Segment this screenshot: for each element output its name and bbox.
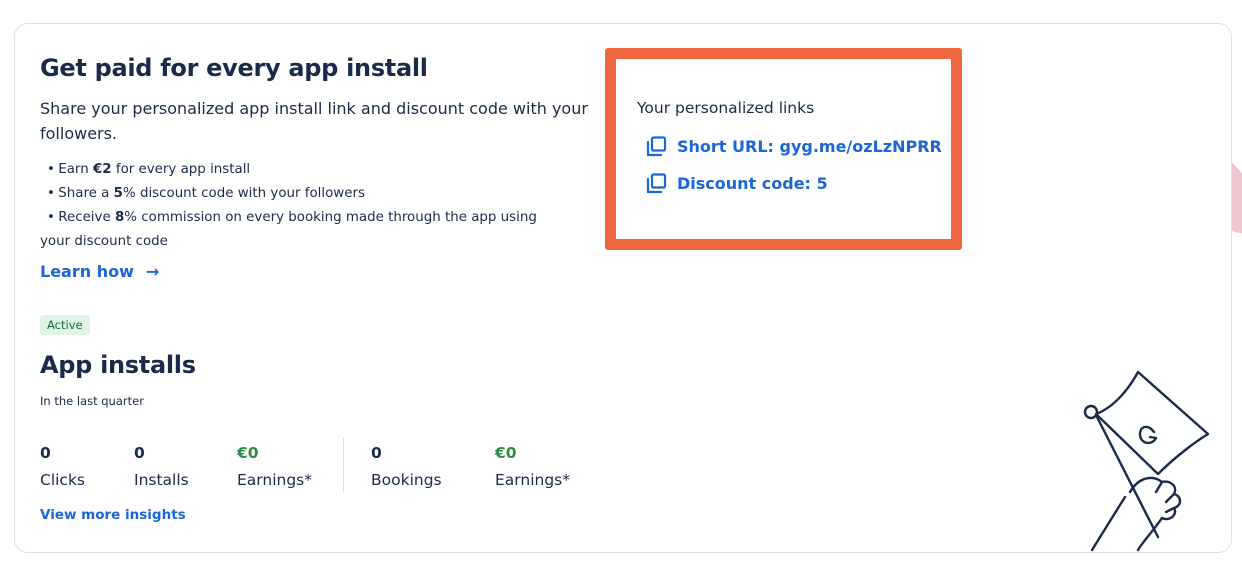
copy-icon <box>646 136 667 157</box>
metric-value: €0 <box>237 444 259 462</box>
metric-label: Clicks <box>40 471 86 489</box>
metric-value: €0 <box>495 444 517 462</box>
metric-label: Earnings* <box>495 471 571 489</box>
installs-title: App installs <box>40 351 196 379</box>
benefit-item: • Share a 5% discount code with your fol… <box>47 186 365 201</box>
metric-value: 0 <box>134 444 145 462</box>
flag-illustration-icon <box>1083 370 1210 552</box>
metric-value: 0 <box>371 444 382 462</box>
metric-value: 0 <box>40 444 51 462</box>
promo-title: Get paid for every app install <box>40 54 428 82</box>
metric-installs: 0 Installs <box>134 443 189 490</box>
metric-label: Earnings* <box>237 471 313 489</box>
copy-icon <box>646 173 667 194</box>
metric-clicks: 0 Clicks <box>40 443 85 490</box>
benefits-list: • Earn €2 for every app install • Share … <box>40 158 600 254</box>
discount-code-label: Discount code: 5 <box>677 174 828 193</box>
metric-label: Installs <box>134 471 189 489</box>
arrow-right-icon: → <box>145 262 160 281</box>
status-badge: Active <box>40 315 90 335</box>
benefit-item: • Earn €2 for every app install <box>47 162 251 177</box>
benefit-item: • Receive 8% commission on every booking… <box>47 210 537 225</box>
view-more-insights-link[interactable]: View more insights <box>40 507 186 523</box>
metrics-divider <box>343 438 344 492</box>
learn-how-link[interactable]: Learn how → <box>40 262 159 281</box>
metric-install-earnings: €0 Earnings* <box>237 443 312 490</box>
metric-bookings: 0 Bookings <box>371 443 442 490</box>
promo-description: Share your personalized app install link… <box>40 99 588 143</box>
metric-booking-earnings: €0 Earnings* <box>495 443 570 490</box>
short-url-label: Short URL: gyg.me/ozLzNPRR <box>677 137 942 156</box>
installs-period: In the last quarter <box>40 394 144 408</box>
learn-how-label: Learn how <box>40 262 134 281</box>
metric-label: Bookings <box>371 471 442 489</box>
personalized-links-box: Your personalized links Short URL: gyg.m… <box>605 48 962 250</box>
benefit-item-continuation: your discount code <box>40 234 168 249</box>
copy-discount-code-button[interactable]: Discount code: 5 <box>646 173 828 194</box>
copy-short-url-button[interactable]: Short URL: gyg.me/ozLzNPRR <box>646 136 942 157</box>
links-title: Your personalized links <box>637 99 815 117</box>
